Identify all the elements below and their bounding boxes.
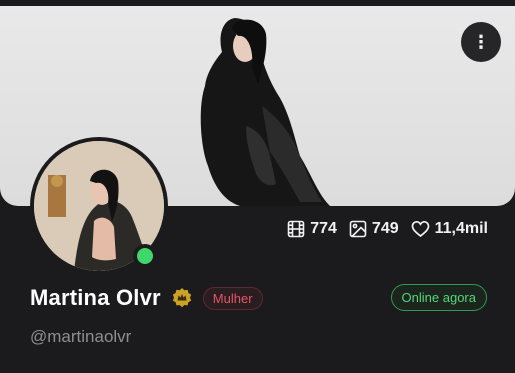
stat-likes[interactable]: 11,4mil <box>411 220 488 238</box>
stat-photos-count: 749 <box>371 220 399 237</box>
film-icon <box>287 220 305 238</box>
profile-name: Martina Olvr <box>30 285 161 310</box>
profile-stats: 774 749 11,4mil <box>287 218 488 240</box>
profile-page: ⋮ 774 749 11,4mil Martina Olvr Mulher On… <box>0 0 515 373</box>
heart-icon <box>411 220 430 238</box>
stat-videos[interactable]: 774 <box>287 220 337 238</box>
stat-videos-count: 774 <box>310 220 337 237</box>
online-status-badge: Online agora <box>390 284 487 311</box>
stat-photos[interactable]: 749 <box>349 220 399 238</box>
name-row: Martina Olvr Mulher <box>30 283 263 313</box>
image-icon <box>349 220 367 238</box>
online-indicator <box>133 244 157 268</box>
gender-tag: Mulher <box>202 286 263 310</box>
profile-handle: @martinaolvr <box>30 327 132 346</box>
verified-badge-icon <box>171 287 193 309</box>
more-vertical-icon: ⋮ <box>472 31 490 53</box>
stat-likes-count: 11,4mil <box>434 220 488 237</box>
more-options-button[interactable]: ⋮ <box>461 22 501 62</box>
